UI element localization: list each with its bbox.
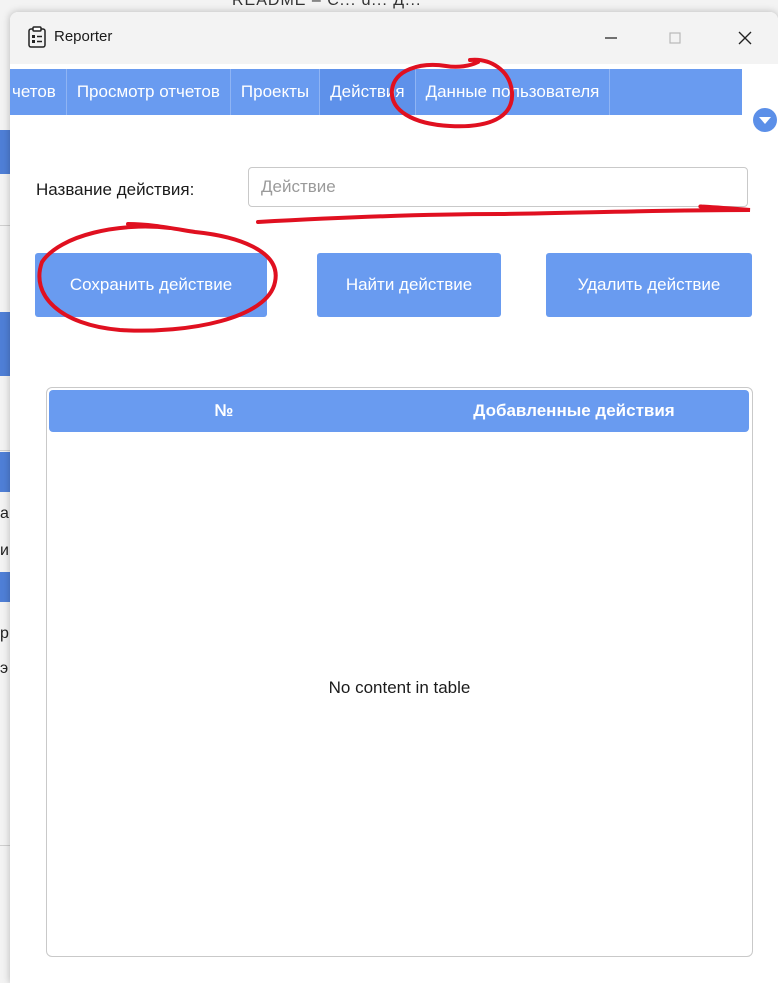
column-header-added-actions[interactable]: Добавленные действия [399, 390, 749, 432]
close-icon [738, 31, 752, 45]
maximize-icon [669, 32, 681, 44]
background-text: р [0, 625, 9, 642]
minimize-icon [605, 37, 617, 39]
close-button[interactable] [722, 20, 768, 56]
table-empty-message: No content in table [328, 678, 471, 697]
chevron-down-circle-icon[interactable] [752, 107, 778, 133]
table-header: № Добавленные действия [49, 390, 749, 432]
maximize-button[interactable] [652, 20, 698, 56]
action-name-label: Название действия: [36, 180, 195, 199]
background-text: и [0, 542, 9, 559]
tab-user-data[interactable]: Данные пользователя [416, 69, 611, 115]
background-text: а [0, 505, 9, 522]
title-bar[interactable]: Reporter [10, 12, 778, 64]
tab-projects[interactable]: Проекты [231, 69, 321, 115]
clipboard-icon [28, 26, 46, 48]
background-window-title: README – C... d... Д... [232, 0, 422, 9]
background-text: э [0, 660, 9, 677]
column-header-number[interactable]: № [49, 390, 399, 432]
tab-bar: четов Просмотр отчетов Проекты Действия … [10, 69, 742, 115]
save-action-button[interactable]: Сохранить действие [35, 253, 267, 317]
actions-table: № Добавленные действия No content in tab… [46, 387, 753, 957]
tab-reports[interactable]: четов [10, 69, 67, 115]
window-title: Reporter [54, 28, 113, 45]
action-name-input[interactable] [248, 167, 748, 207]
delete-action-button[interactable]: Удалить действие [546, 253, 752, 317]
tab-view-reports[interactable]: Просмотр отчетов [67, 69, 231, 115]
reporter-window: Reporter четов Просмотр отчетов Проекты … [10, 12, 778, 983]
find-action-button[interactable]: Найти действие [317, 253, 501, 317]
tab-actions[interactable]: Действия [320, 69, 416, 115]
minimize-button[interactable] [588, 20, 634, 56]
